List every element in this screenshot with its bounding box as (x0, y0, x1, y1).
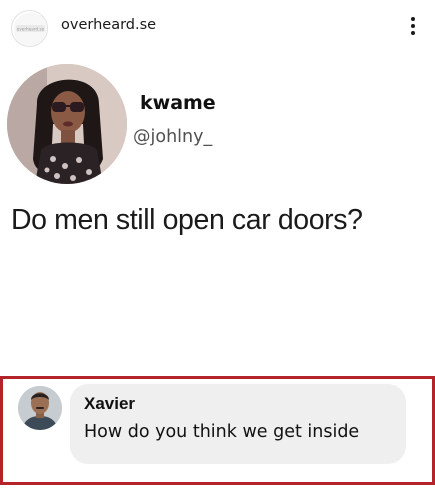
comment-bubble: Xavier How do you think we get inside (70, 384, 406, 464)
svg-text:overheard.se: overheard.se (17, 27, 45, 32)
tweet-card: kwame @johlny_ Do men still open car doo… (0, 55, 435, 375)
more-options-icon[interactable] (410, 17, 416, 39)
comment-text: How do you think we get inside (84, 422, 360, 442)
commenter-avatar (18, 386, 62, 430)
highlighted-comment: Xavier How do you think we get inside (0, 376, 435, 485)
tweet-text: Do men still open car doors? (11, 204, 363, 236)
post-header: overheard.se overheard.se (0, 0, 435, 55)
tweet-handle: @johlny_ (133, 127, 213, 147)
account-avatar[interactable]: overheard.se (11, 10, 48, 47)
account-name[interactable]: overheard.se (61, 17, 156, 33)
tweet-profile-photo (7, 64, 127, 184)
commenter-name[interactable]: Xavier (84, 394, 135, 414)
tweet-display-name: kwame (140, 92, 216, 114)
account-logo-icon: overheard.se (13, 12, 47, 46)
